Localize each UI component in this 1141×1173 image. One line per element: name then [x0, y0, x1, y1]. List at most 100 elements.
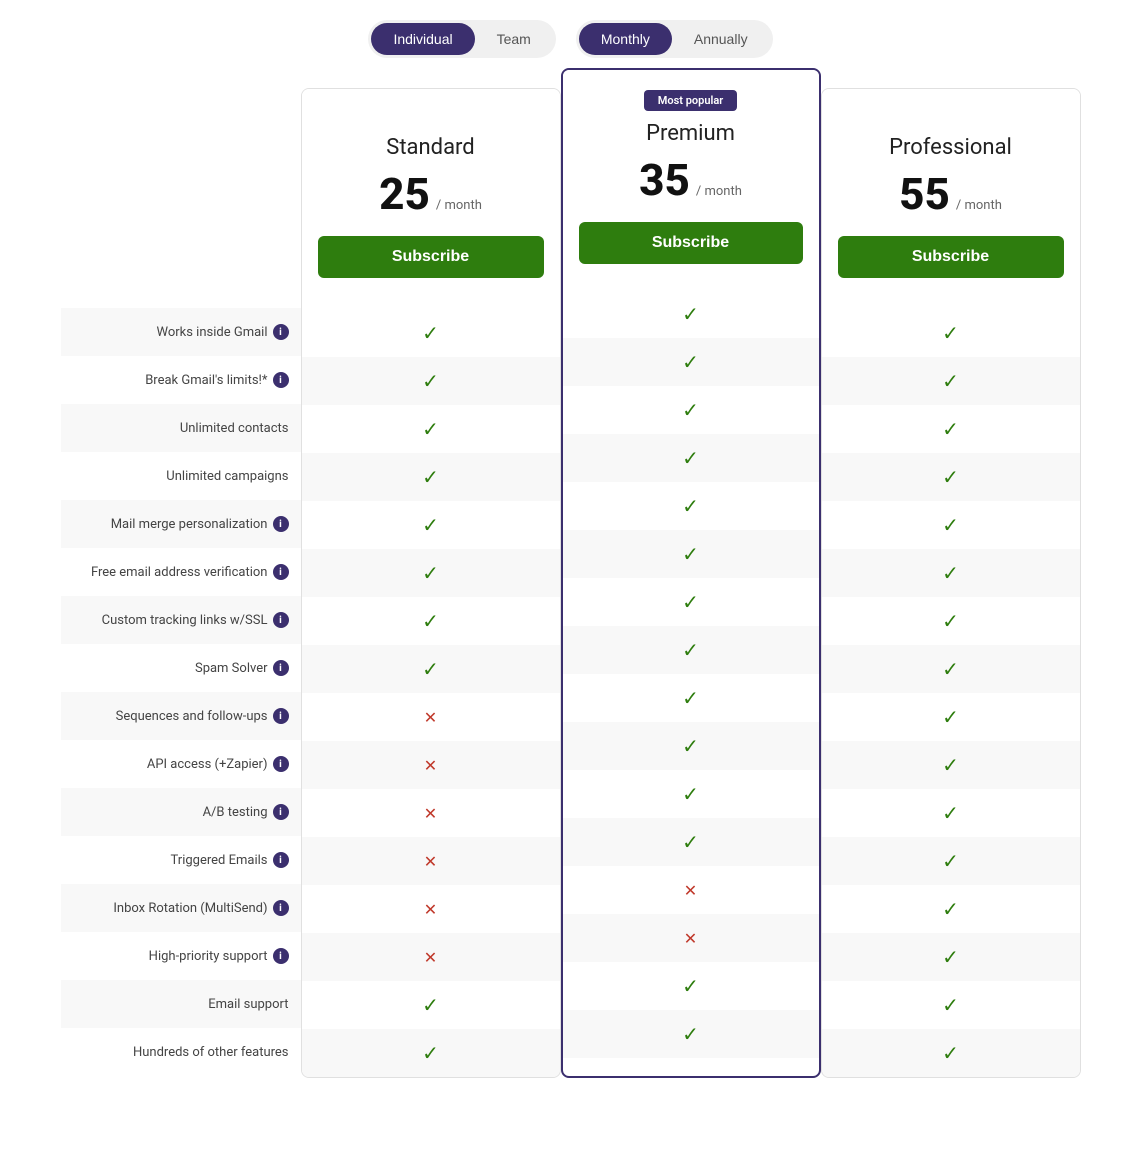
check-icon: ✓ — [942, 897, 959, 921]
check-icon: ✓ — [942, 657, 959, 681]
info-icon[interactable]: i — [273, 372, 289, 388]
feature-cell-standard-0: ✓ — [302, 309, 560, 357]
subscribe-button-standard[interactable]: Subscribe — [318, 236, 544, 278]
feature-cell-professional-2: ✓ — [822, 405, 1080, 453]
feature-cell-standard-2: ✓ — [302, 405, 560, 453]
check-icon: ✓ — [682, 974, 699, 998]
feature-label-text: Unlimited contacts — [180, 421, 289, 436]
team-toggle-btn[interactable]: Team — [475, 23, 553, 55]
feature-cell-premium-1: ✓ — [563, 338, 819, 386]
plan-col-premium: Most popular Premium 35/ month Subscribe ✓ ✓ ✓… — [561, 68, 821, 1078]
feature-cell-standard-1: ✓ — [302, 357, 560, 405]
individual-toggle-btn[interactable]: Individual — [371, 23, 474, 55]
feature-label-row: Unlimited contacts — [61, 404, 301, 452]
feature-cell-professional-5: ✓ — [822, 549, 1080, 597]
feature-cell-premium-14: ✓ — [563, 962, 819, 1010]
check-icon: ✓ — [942, 417, 959, 441]
subscribe-button-premium[interactable]: Subscribe — [579, 222, 803, 264]
feature-cell-standard-11: ✕ — [302, 837, 560, 885]
feature-cell-professional-9: ✓ — [822, 741, 1080, 789]
info-icon[interactable]: i — [273, 804, 289, 820]
check-icon: ✓ — [422, 369, 439, 393]
feature-cell-professional-8: ✓ — [822, 693, 1080, 741]
feature-label-text: Works inside Gmail — [157, 325, 268, 340]
annually-toggle-btn[interactable]: Annually — [672, 23, 770, 55]
check-icon: ✓ — [422, 417, 439, 441]
feature-label-row: Custom tracking links w/SSL i — [61, 596, 301, 644]
feature-label-text: Custom tracking links w/SSL — [102, 613, 268, 628]
check-icon: ✓ — [422, 609, 439, 633]
check-icon: ✓ — [942, 993, 959, 1017]
info-icon[interactable]: i — [273, 708, 289, 724]
check-icon: ✓ — [942, 945, 959, 969]
plan-header-premium: Most popular Premium 35/ month Subscribe — [563, 70, 819, 290]
feature-label-row: Triggered Emailsi — [61, 836, 301, 884]
feature-cell-professional-11: ✓ — [822, 837, 1080, 885]
most-popular-badge: Most popular — [644, 90, 737, 111]
check-icon: ✓ — [942, 801, 959, 825]
feature-label-text: A/B testing — [203, 805, 268, 820]
feature-cell-professional-7: ✓ — [822, 645, 1080, 693]
check-icon: ✓ — [682, 398, 699, 422]
feature-cell-standard-12: ✕ — [302, 885, 560, 933]
info-icon[interactable]: i — [273, 900, 289, 916]
cross-icon: ✕ — [684, 881, 697, 900]
cross-icon: ✕ — [424, 756, 437, 775]
check-icon: ✓ — [942, 369, 959, 393]
plan-price-amount-premium: 35 — [639, 158, 690, 202]
plan-price-premium: 35/ month — [639, 158, 742, 202]
feature-cell-professional-13: ✓ — [822, 933, 1080, 981]
feature-label-text: Sequences and follow-ups — [116, 709, 268, 724]
cross-icon: ✕ — [424, 804, 437, 823]
info-icon[interactable]: i — [273, 324, 289, 340]
check-icon: ✓ — [682, 494, 699, 518]
feature-cell-standard-13: ✕ — [302, 933, 560, 981]
cross-icon: ✕ — [424, 852, 437, 871]
feature-cell-professional-1: ✓ — [822, 357, 1080, 405]
info-icon[interactable]: i — [273, 852, 289, 868]
feature-label-text: High-priority support — [149, 949, 268, 964]
plan-name-premium: Premium — [646, 121, 735, 146]
feature-cell-premium-5: ✓ — [563, 530, 819, 578]
check-icon: ✓ — [942, 1041, 959, 1065]
features-column: Works inside GmailiBreak Gmail's limits!… — [61, 88, 301, 1078]
feature-cell-professional-14: ✓ — [822, 981, 1080, 1029]
feature-cell-standard-8: ✕ — [302, 693, 560, 741]
info-icon[interactable]: i — [273, 660, 289, 676]
check-icon: ✓ — [682, 638, 699, 662]
feature-label-text: Unlimited campaigns — [166, 469, 288, 484]
plan-name-professional: Professional — [889, 135, 1012, 160]
check-icon: ✓ — [942, 705, 959, 729]
check-icon: ✓ — [682, 542, 699, 566]
feature-cell-professional-12: ✓ — [822, 885, 1080, 933]
check-icon: ✓ — [422, 561, 439, 585]
check-icon: ✓ — [942, 321, 959, 345]
cross-icon: ✕ — [424, 708, 437, 727]
feature-cell-premium-8: ✓ — [563, 674, 819, 722]
subscribe-button-professional[interactable]: Subscribe — [838, 236, 1064, 278]
plan-header-professional: Professional55/ monthSubscribe — [822, 89, 1080, 309]
info-icon[interactable]: i — [273, 948, 289, 964]
feature-label-text: API access (+Zapier) — [147, 757, 268, 772]
info-icon[interactable]: i — [273, 756, 289, 772]
feature-label-text: Hundreds of other features — [133, 1045, 289, 1060]
feature-label-text: Spam Solver — [195, 661, 268, 676]
monthly-toggle-btn[interactable]: Monthly — [579, 23, 672, 55]
feature-cell-premium-12: ✕ — [563, 866, 819, 914]
check-icon: ✓ — [942, 753, 959, 777]
feature-cell-standard-3: ✓ — [302, 453, 560, 501]
info-icon[interactable]: i — [273, 612, 289, 628]
check-icon: ✓ — [682, 590, 699, 614]
plan-type-toggle: Individual Team — [368, 20, 555, 58]
feature-cell-standard-15: ✓ — [302, 1029, 560, 1077]
info-icon[interactable]: i — [273, 564, 289, 580]
info-icon[interactable]: i — [273, 516, 289, 532]
feature-label-row: Mail merge personalizationi — [61, 500, 301, 548]
feature-label-text: Email support — [208, 997, 288, 1012]
plan-col-professional: Professional55/ monthSubscribe✓✓✓✓✓✓✓✓✓✓… — [821, 88, 1081, 1078]
check-icon: ✓ — [422, 657, 439, 681]
plan-price-amount-standard: 25 — [379, 172, 430, 216]
feature-cell-professional-6: ✓ — [822, 597, 1080, 645]
check-icon: ✓ — [942, 849, 959, 873]
feature-label-row: Hundreds of other features — [61, 1028, 301, 1076]
